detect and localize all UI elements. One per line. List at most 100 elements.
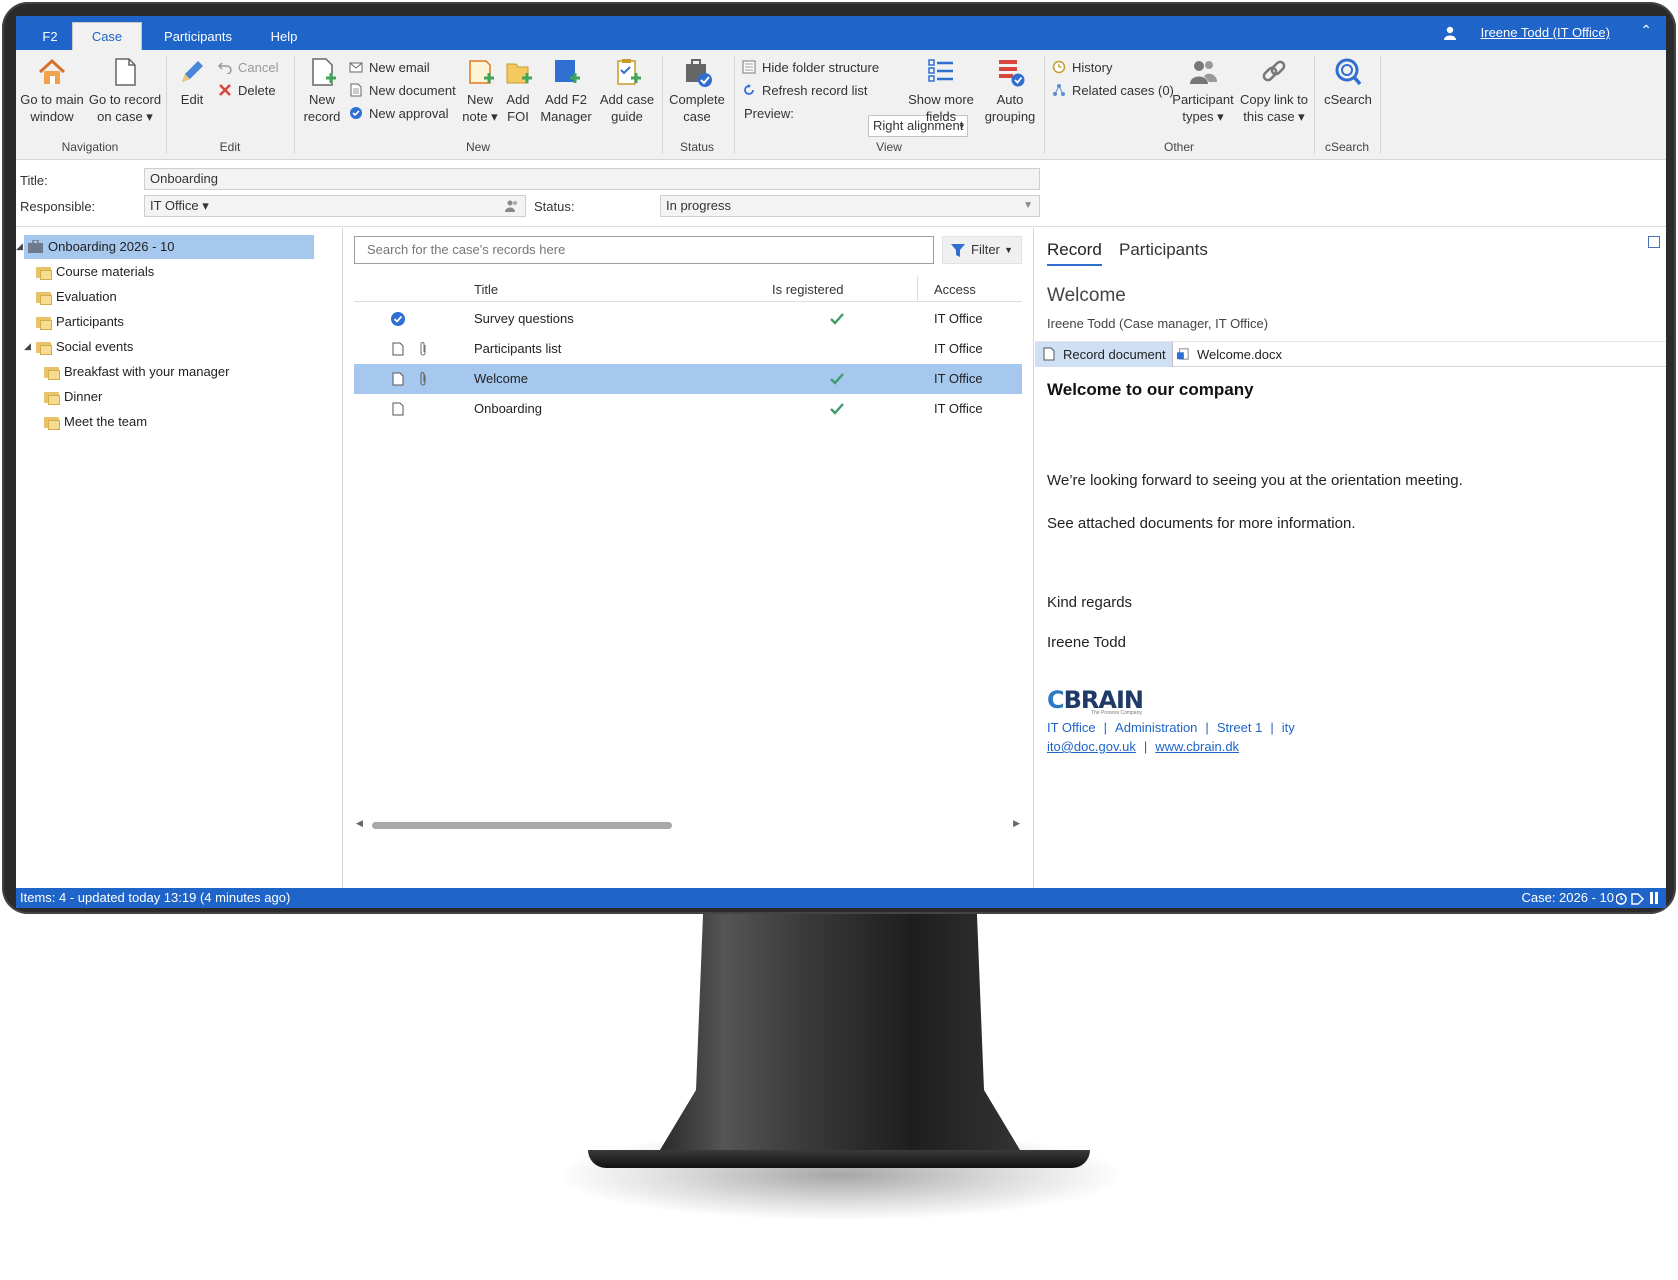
case-title-field[interactable]: Onboarding bbox=[144, 168, 1040, 190]
tree-item-social-events[interactable]: Social events bbox=[36, 335, 133, 359]
collapse-ribbon-icon[interactable]: ⌃ bbox=[1640, 22, 1652, 39]
tree-item-evaluation[interactable]: Evaluation bbox=[36, 285, 117, 309]
group-label-other: Other bbox=[1163, 140, 1194, 154]
go-to-record-button[interactable]: Go to record on case ▾ bbox=[88, 56, 162, 125]
tree-item-label: Evaluation bbox=[56, 289, 117, 304]
delete-button[interactable]: Delete bbox=[218, 81, 276, 101]
expand-caret-icon[interactable]: ◢ bbox=[24, 341, 31, 352]
responsible-field[interactable]: IT Office ▾ bbox=[144, 195, 526, 217]
new-email-button[interactable]: New email bbox=[349, 58, 430, 78]
folder-icon bbox=[44, 416, 60, 430]
tree-item-breakfast[interactable]: Breakfast with your manager bbox=[44, 360, 229, 384]
add-case-guide-button[interactable]: Add case guide bbox=[596, 56, 658, 125]
complete-case-button[interactable]: Complete case bbox=[666, 56, 728, 125]
history-button[interactable]: History bbox=[1052, 58, 1112, 78]
tab-record-document[interactable]: Record document bbox=[1035, 342, 1173, 367]
tab-participants[interactable]: Participants bbox=[156, 24, 240, 50]
refresh-record-list-button[interactable]: Refresh record list bbox=[742, 81, 867, 101]
add-foi-button[interactable]: Add FOI bbox=[501, 56, 535, 125]
tree-item-dinner[interactable]: Dinner bbox=[44, 385, 102, 409]
cancel-button[interactable]: Cancel bbox=[218, 58, 278, 78]
csearch-button[interactable]: cSearch bbox=[1320, 56, 1376, 108]
filter-button[interactable]: Filter ▼ bbox=[942, 236, 1022, 264]
table-row[interactable]: Survey questions IT Office bbox=[354, 304, 1022, 334]
folder-structure-icon bbox=[742, 60, 756, 74]
status-items-text: Items: 4 - updated today 13:19 (4 minute… bbox=[20, 890, 291, 905]
tree-root-case[interactable]: Onboarding 2026 - 10 bbox=[24, 235, 314, 259]
scroll-right-icon[interactable]: ▶ bbox=[1013, 818, 1020, 829]
add-f2-manager-button[interactable]: Add F2 Manager bbox=[538, 56, 594, 125]
folder-icon bbox=[36, 341, 52, 355]
new-record-button[interactable]: New record bbox=[298, 56, 346, 125]
record-list-header: Title Is registered Access bbox=[354, 276, 1022, 302]
scroll-left-icon[interactable]: ◀ bbox=[356, 818, 363, 829]
hide-folder-structure-button[interactable]: Hide folder structure bbox=[742, 58, 879, 78]
add-foi-label-2: FOI bbox=[507, 109, 529, 124]
table-row[interactable]: Welcome IT Office bbox=[354, 364, 1022, 394]
signature-web-link[interactable]: www.cbrain.dk bbox=[1155, 739, 1239, 754]
copy-link-label-1: Copy link to bbox=[1240, 92, 1308, 107]
column-header-registered[interactable]: Is registered bbox=[772, 282, 844, 297]
edit-label: Edit bbox=[180, 92, 204, 107]
table-row[interactable]: Onboarding IT Office bbox=[354, 394, 1022, 424]
tree-root-label: Onboarding 2026 - 10 bbox=[48, 239, 175, 254]
table-row[interactable]: Participants list IT Office bbox=[354, 334, 1022, 364]
complete-case-icon bbox=[686, 59, 712, 87]
record-title-heading: Welcome bbox=[1047, 285, 1126, 306]
show-more-fields-button[interactable]: Show more fields bbox=[906, 56, 976, 125]
new-approval-button[interactable]: New approval bbox=[349, 104, 449, 124]
expand-caret-icon[interactable]: ◢ bbox=[16, 241, 23, 252]
tab-f2[interactable]: F2 bbox=[30, 24, 70, 50]
add-guide-label-1: Add case bbox=[599, 92, 655, 107]
status-value: In progress bbox=[666, 198, 732, 213]
record-access: IT Office bbox=[934, 341, 983, 356]
participant-types-button[interactable]: Participant types ▾ bbox=[1170, 56, 1236, 125]
tab-help[interactable]: Help bbox=[262, 24, 306, 50]
signature-admin: Administration bbox=[1115, 720, 1198, 735]
cancel-label: Cancel bbox=[238, 60, 279, 75]
show-more-label-1: Show more bbox=[908, 92, 974, 107]
record-search-input[interactable]: Search for the case's records here bbox=[354, 236, 934, 264]
column-header-access[interactable]: Access bbox=[934, 282, 976, 297]
new-document-button[interactable]: New document bbox=[349, 81, 456, 101]
new-note-button[interactable]: New note ▾ bbox=[462, 56, 498, 125]
column-header-title[interactable]: Title bbox=[474, 282, 498, 297]
foi-folder-icon bbox=[506, 63, 532, 84]
note-icon bbox=[469, 60, 494, 84]
horizontal-scrollbar[interactable]: ◀ ▶ bbox=[354, 818, 1022, 832]
tab-welcome-docx[interactable]: Welcome.docx bbox=[1169, 342, 1288, 367]
record-owner: Ireene Todd (Case manager, IT Office) bbox=[1047, 316, 1269, 331]
column-divider[interactable] bbox=[917, 276, 918, 302]
copy-link-button[interactable]: Copy link to this case ▾ bbox=[1238, 56, 1310, 125]
group-label-navigation: Navigation bbox=[61, 140, 119, 154]
group-label-new: New bbox=[465, 140, 490, 154]
status-select[interactable]: In progress ▼ bbox=[660, 195, 1040, 217]
scrollbar-thumb[interactable] bbox=[372, 822, 672, 829]
current-user-link[interactable]: Ireene Todd (IT Office) bbox=[1481, 25, 1610, 40]
record-access: IT Office bbox=[934, 401, 983, 416]
ribbon-divider bbox=[734, 56, 735, 154]
edit-button[interactable]: Edit bbox=[172, 56, 212, 108]
paperclip-icon bbox=[420, 342, 426, 356]
tree-item-course-materials[interactable]: Course materials bbox=[36, 260, 154, 284]
related-cases-button[interactable]: Related cases (0) bbox=[1052, 81, 1174, 101]
complete-label-2: case bbox=[683, 109, 711, 124]
case-briefcase-icon bbox=[28, 240, 43, 253]
tree-item-participants[interactable]: Participants bbox=[36, 310, 124, 334]
new-document-label: New document bbox=[369, 83, 456, 98]
tree-item-meet-the-team[interactable]: Meet the team bbox=[44, 410, 147, 434]
go-to-main-window-button[interactable]: Go to main window bbox=[18, 56, 86, 125]
related-cases-icon bbox=[1053, 84, 1065, 96]
tab-case[interactable]: Case bbox=[72, 22, 142, 50]
popout-icon[interactable] bbox=[1648, 236, 1660, 248]
chevron-down-icon: ▼ bbox=[1023, 200, 1033, 211]
tab-preview-participants[interactable]: Participants bbox=[1119, 240, 1208, 260]
document-paragraph: We’re looking forward to seeing you at t… bbox=[1047, 472, 1463, 489]
tab-record[interactable]: Record bbox=[1047, 240, 1102, 266]
group-label-status: Status bbox=[679, 140, 715, 154]
signature-email-link[interactable]: ito@doc.gov.uk bbox=[1047, 739, 1136, 754]
status-icons bbox=[1616, 892, 1658, 905]
auto-grouping-button[interactable]: Auto grouping bbox=[980, 56, 1040, 125]
people-picker-icon[interactable] bbox=[505, 199, 519, 213]
monitor-base bbox=[588, 1150, 1090, 1168]
